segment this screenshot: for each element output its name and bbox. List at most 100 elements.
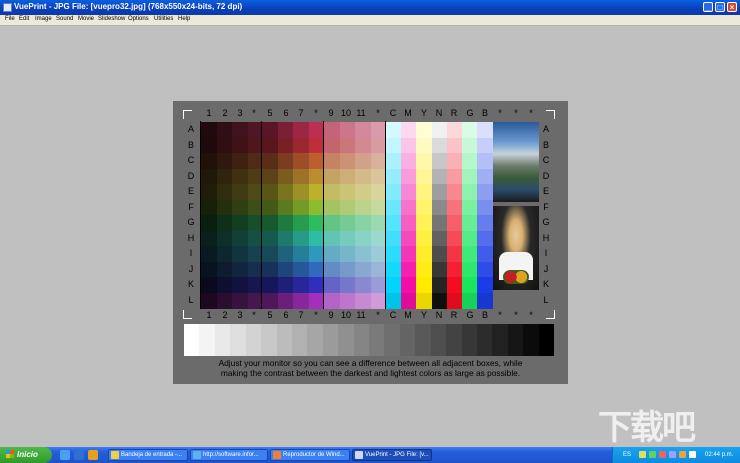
menu-file[interactable]: File bbox=[5, 16, 15, 22]
instructions-text: Adjust your monitor so you can see a dif… bbox=[173, 358, 568, 378]
color-swatch bbox=[386, 215, 402, 231]
tray-icon[interactable] bbox=[679, 451, 686, 458]
menu-utilities[interactable]: Utilities bbox=[154, 16, 173, 22]
window-title: VuePrint - JPG File: [vuepro32.jpg] (768… bbox=[14, 2, 243, 11]
watermark-logo: 下载吧 bbox=[598, 409, 696, 447]
maximize-button[interactable]: □ bbox=[715, 2, 725, 12]
color-swatch bbox=[401, 168, 417, 185]
color-swatch bbox=[201, 153, 217, 169]
gray-step bbox=[184, 324, 200, 356]
column-label: * bbox=[514, 108, 518, 118]
menu-image[interactable]: Image bbox=[35, 16, 52, 22]
color-swatch bbox=[324, 122, 340, 138]
column-label: * bbox=[252, 108, 256, 118]
color-swatch bbox=[462, 122, 478, 138]
column-label: * bbox=[376, 310, 380, 320]
color-swatch bbox=[477, 292, 493, 309]
color-swatch bbox=[447, 277, 463, 293]
color-swatch bbox=[447, 292, 463, 309]
row-label: F bbox=[188, 201, 194, 212]
row-label: A bbox=[187, 124, 194, 134]
task-inbox[interactable]: Bandeja de entrada -... bbox=[108, 449, 188, 461]
app-icon[interactable] bbox=[3, 3, 12, 12]
gray-step bbox=[523, 324, 540, 356]
gray-step bbox=[384, 324, 401, 356]
color-swatch bbox=[262, 184, 278, 200]
color-swatch bbox=[293, 122, 309, 138]
volume-icon[interactable] bbox=[689, 451, 696, 458]
menu-movie[interactable]: Movie bbox=[78, 16, 94, 22]
color-swatch bbox=[201, 230, 217, 247]
column-label: * bbox=[314, 310, 318, 320]
color-swatch bbox=[308, 277, 324, 293]
color-swatch bbox=[277, 137, 293, 154]
corner-mark bbox=[546, 310, 555, 319]
color-swatch bbox=[308, 184, 324, 200]
color-swatch bbox=[232, 292, 248, 309]
close-button[interactable]: × bbox=[727, 2, 737, 12]
color-swatch bbox=[432, 199, 448, 216]
color-swatch bbox=[339, 199, 355, 216]
color-swatch bbox=[262, 199, 278, 216]
color-swatch bbox=[370, 261, 386, 278]
column-label: 10 bbox=[340, 108, 351, 118]
color-swatch bbox=[201, 122, 217, 138]
color-swatch bbox=[324, 153, 340, 169]
color-swatch bbox=[324, 199, 340, 216]
color-swatch bbox=[386, 199, 402, 216]
gray-step bbox=[276, 324, 293, 356]
minimize-button[interactable]: _ bbox=[703, 2, 713, 12]
row-label: C bbox=[187, 155, 195, 165]
color-swatch bbox=[401, 292, 417, 309]
tray-icon[interactable] bbox=[659, 451, 666, 458]
row-label: G bbox=[187, 217, 195, 227]
color-swatch bbox=[355, 137, 371, 154]
color-swatch bbox=[401, 261, 417, 278]
color-swatch bbox=[370, 277, 386, 293]
color-swatch bbox=[293, 137, 309, 154]
color-swatch bbox=[401, 184, 417, 200]
media-quicklaunch-icon[interactable] bbox=[88, 450, 98, 460]
menu-slideshow[interactable]: Slideshow bbox=[98, 16, 125, 22]
color-swatch bbox=[355, 168, 371, 185]
language-indicator[interactable]: ES bbox=[623, 452, 631, 458]
color-swatch bbox=[401, 153, 417, 169]
color-swatch bbox=[401, 215, 417, 231]
color-swatch bbox=[355, 292, 371, 309]
outlook-quicklaunch-icon[interactable] bbox=[74, 450, 84, 460]
ie-quicklaunch-icon[interactable] bbox=[60, 450, 70, 460]
color-swatch bbox=[462, 261, 478, 278]
color-swatch bbox=[232, 246, 248, 262]
row-label: B bbox=[542, 139, 549, 150]
column-label: * bbox=[514, 310, 518, 320]
task-browser[interactable]: http://software.infor... bbox=[190, 449, 268, 461]
color-swatch bbox=[339, 168, 355, 185]
menu-edit[interactable]: Edit bbox=[19, 16, 29, 22]
menu-help[interactable]: Help bbox=[178, 16, 190, 22]
column-label: N bbox=[435, 108, 443, 118]
color-swatch bbox=[370, 292, 386, 309]
task-media-player[interactable]: Reproductor de Wind... bbox=[270, 449, 350, 461]
start-button[interactable]: Inicio bbox=[0, 447, 52, 463]
tray-icon[interactable] bbox=[669, 451, 676, 458]
menu-options[interactable]: Options bbox=[128, 16, 149, 22]
gray-step bbox=[538, 324, 555, 356]
column-label: B bbox=[481, 310, 488, 320]
column-label: 9 bbox=[328, 310, 334, 320]
color-swatch bbox=[308, 199, 324, 216]
task-vueprint[interactable]: VuePrint - JPG File: [v... bbox=[352, 449, 432, 461]
color-swatch bbox=[355, 153, 371, 169]
color-swatch bbox=[447, 184, 463, 200]
tray-icon[interactable] bbox=[649, 451, 656, 458]
color-swatch bbox=[386, 168, 402, 185]
column-label: * bbox=[498, 108, 502, 118]
color-swatch bbox=[324, 261, 340, 278]
menu-sound[interactable]: Sound bbox=[56, 16, 73, 22]
tray-icon[interactable] bbox=[639, 451, 646, 458]
color-swatch bbox=[386, 153, 402, 169]
color-swatch bbox=[462, 184, 478, 200]
color-swatch bbox=[277, 292, 293, 309]
color-swatch bbox=[216, 153, 232, 169]
color-swatch bbox=[216, 199, 232, 216]
color-swatch bbox=[277, 122, 293, 138]
